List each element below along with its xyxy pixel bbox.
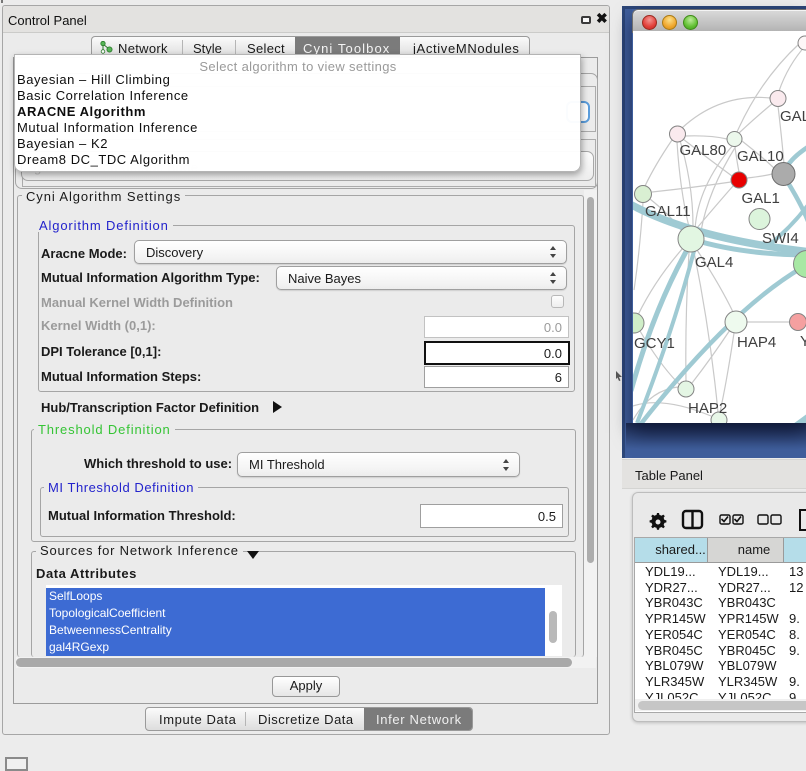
svg-text:Y: Y	[800, 333, 806, 350]
svg-text:HAP4: HAP4	[737, 334, 776, 351]
svg-text:GCY1: GCY1	[634, 335, 675, 352]
svg-text:GAL10: GAL10	[737, 148, 784, 165]
svg-text:GAL11: GAL11	[645, 203, 691, 220]
svg-text:GAL80: GAL80	[680, 142, 727, 159]
svg-text:GAL: GAL	[780, 108, 806, 125]
svg-text:SWI4: SWI4	[762, 230, 799, 247]
svg-text:GAL4: GAL4	[695, 254, 733, 271]
svg-text:GAL1: GAL1	[742, 190, 780, 207]
svg-text:HAP2: HAP2	[688, 400, 727, 417]
